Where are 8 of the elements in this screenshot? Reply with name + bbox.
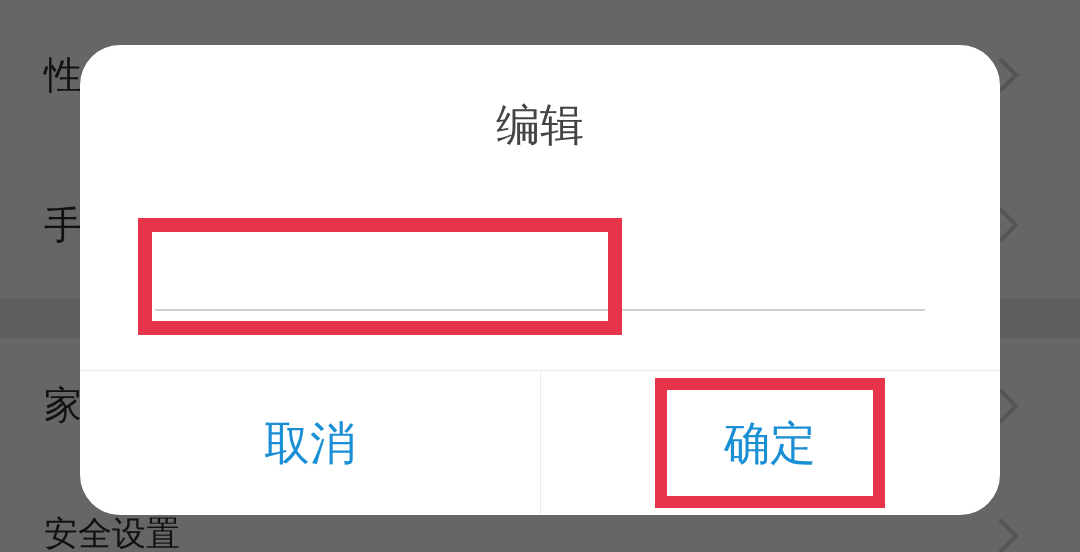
dialog-button[interactable]: 取消: [194, 378, 425, 508]
row-label: 安全设置: [44, 516, 180, 550]
row-label: 性: [44, 51, 82, 99]
row-label: 手: [44, 201, 82, 249]
dialog-title: 编辑: [496, 98, 584, 152]
chevron-icon: [996, 55, 1020, 95]
dialog-button[interactable]: 确定: [655, 378, 886, 508]
row-label: 家: [44, 382, 82, 429]
